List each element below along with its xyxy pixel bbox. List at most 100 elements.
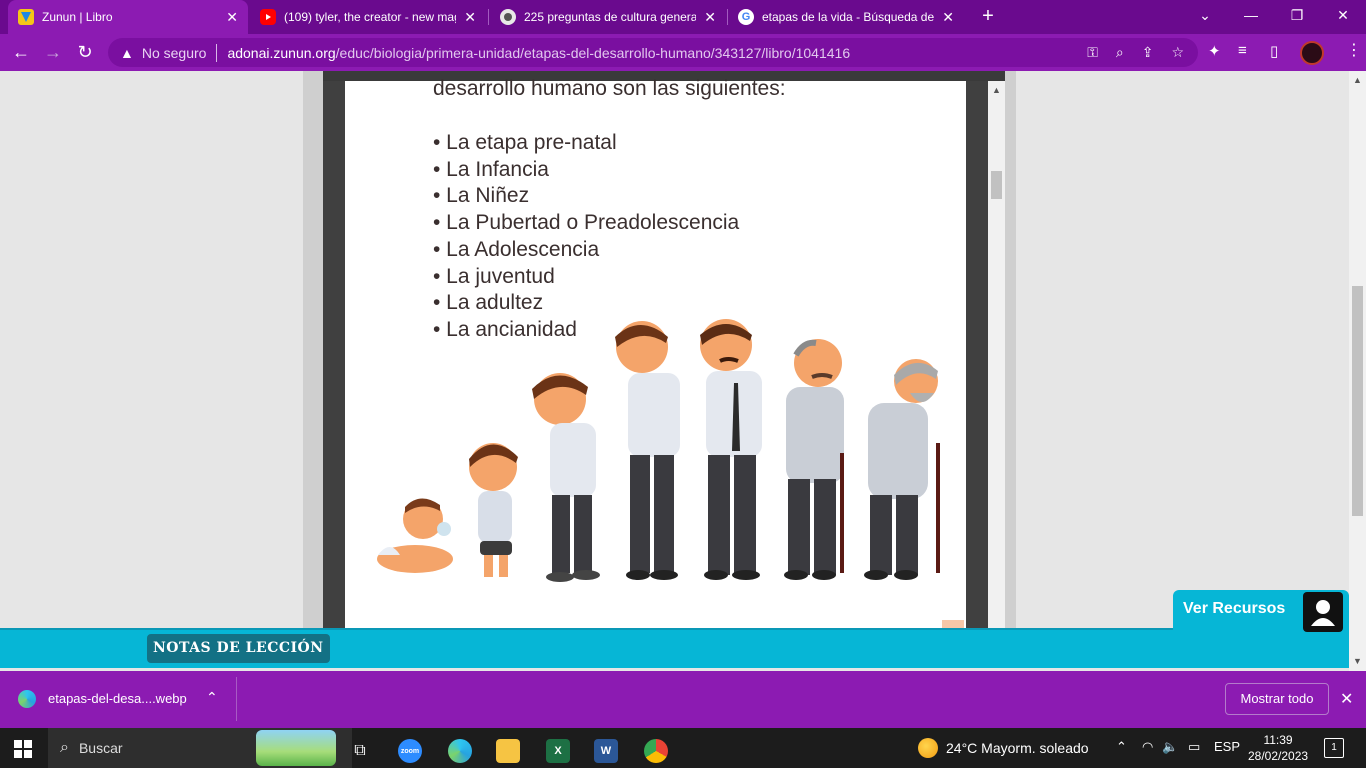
tab-preguntas[interactable]: 225 preguntas de cultura general ✕	[490, 0, 726, 34]
user-icon[interactable]	[1303, 592, 1343, 632]
side-panel-icon[interactable]: ▯	[1270, 42, 1278, 60]
life-stages-illustration	[377, 319, 940, 582]
security-label[interactable]: No seguro	[142, 45, 207, 61]
clock-time: 11:39	[1263, 733, 1293, 747]
book-intro-text: desarrollo humano son las siguientes:	[433, 77, 786, 100]
tab-strip: Zunun | Libro ✕ (109) tyler, the creator…	[0, 0, 1366, 34]
list-item: • La Infancia	[433, 157, 549, 181]
share-icon[interactable]: ⇪	[1142, 44, 1154, 61]
search-highlight-image[interactable]	[256, 730, 336, 766]
show-all-button[interactable]: Mostrar todo	[1225, 683, 1329, 715]
zunun-logo-icon	[18, 9, 34, 25]
close-window-button[interactable]: ✕	[1320, 0, 1366, 34]
browser-toolbar: ← → ↻ ▲ No seguro adonai.zunun.org/educ/…	[0, 34, 1366, 71]
close-icon[interactable]: ✕	[1340, 689, 1353, 709]
lesson-notes-button[interactable]: NOTAS DE LECCIÓN	[147, 634, 330, 663]
windows-taskbar: ⌕ Buscar ⧉ zoom X W 24°C Mayorm. soleado…	[0, 728, 1366, 768]
back-button[interactable]: ←	[8, 40, 34, 66]
file-explorer-icon[interactable]	[488, 734, 528, 768]
omnibox-actions: ⚿ ⌕ ⇪ ☆	[1087, 44, 1184, 61]
wifi-icon[interactable]: ◠	[1142, 739, 1153, 755]
close-icon[interactable]: ✕	[942, 9, 954, 26]
extensions-icon[interactable]: ✦	[1208, 42, 1221, 60]
list-item: • La Adolescencia	[433, 237, 600, 261]
tab-google-search[interactable]: G etapas de la vida - Búsqueda de G ✕	[728, 0, 964, 34]
address-bar[interactable]: ▲ No seguro adonai.zunun.org/educ/biolog…	[108, 38, 1198, 67]
clock[interactable]: 11:39 28/02/2023	[1248, 732, 1308, 764]
notifications-badge[interactable]: 1	[1324, 738, 1344, 758]
url-host: adonai.zunun.org	[227, 44, 336, 61]
profile-avatar[interactable]	[1300, 41, 1324, 65]
site-icon	[500, 9, 516, 25]
tab-zunun-libro[interactable]: Zunun | Libro ✕	[8, 0, 248, 34]
tab-search-chevron-icon[interactable]: ⌄	[1182, 0, 1228, 34]
resources-label: Ver Recursos	[1183, 600, 1286, 617]
bookmark-star-icon[interactable]: ☆	[1171, 44, 1184, 61]
new-tab-button[interactable]: +	[976, 5, 1000, 29]
child-figure	[532, 373, 600, 582]
weather-widget[interactable]: 24°C Mayorm. soleado	[918, 738, 1089, 758]
chrome-app-icon[interactable]	[636, 734, 676, 768]
preteen-figure	[615, 321, 680, 580]
scroll-up-icon[interactable]: ▲	[992, 85, 1001, 95]
edge-file-icon	[18, 690, 36, 708]
tab-title: etapas de la vida - Búsqueda de G	[762, 10, 935, 24]
list-item: • La Niñez	[433, 184, 530, 208]
list-item: • La juventud	[433, 264, 555, 288]
tab-separator	[488, 9, 489, 25]
forward-button[interactable]: →	[40, 40, 66, 66]
baby-figure	[377, 498, 453, 573]
google-icon: G	[738, 9, 754, 25]
page-scrollbar[interactable]: ▲ ▼	[1349, 71, 1366, 671]
excel-app-icon[interactable]: X	[538, 734, 578, 768]
key-icon[interactable]: ⚿	[1087, 44, 1098, 61]
tab-title: 225 preguntas de cultura general	[524, 10, 697, 24]
search-placeholder: Buscar	[78, 740, 123, 756]
task-view-icon[interactable]: ⧉	[340, 734, 380, 768]
download-filename[interactable]: etapas-del-desa....webp	[48, 691, 187, 706]
resources-panel[interactable]: Ver Recursos	[1173, 590, 1349, 632]
toddler-figure	[469, 443, 518, 577]
list-item: • La adultez	[433, 291, 544, 315]
search-icon: ⌕	[60, 739, 69, 756]
edge-app-icon[interactable]	[440, 734, 480, 768]
page-scroll-thumb[interactable]	[1352, 286, 1363, 516]
scroll-down-icon[interactable]: ▼	[1353, 656, 1362, 666]
viewer-scroll-thumb[interactable]	[991, 171, 1002, 199]
elderly-figure	[864, 359, 940, 580]
weather-text: 24°C Mayorm. soleado	[946, 740, 1089, 756]
battery-icon[interactable]: ▭	[1188, 739, 1200, 755]
menu-kebab-icon[interactable]: ⋮	[1346, 40, 1362, 60]
volume-icon[interactable]: 🔈	[1162, 739, 1178, 755]
close-icon[interactable]: ✕	[226, 9, 238, 26]
scroll-up-icon[interactable]: ▲	[1353, 75, 1362, 85]
tab-title: Zunun | Libro	[42, 10, 113, 24]
list-item: • La Pubertad o Preadolescencia	[433, 211, 740, 235]
media-control-icon[interactable]: ≡	[1238, 42, 1247, 59]
lesson-notes-bar: NOTAS DE LECCIÓN	[0, 628, 1349, 668]
youtube-icon	[260, 9, 276, 25]
senior-figure	[784, 339, 844, 580]
tab-youtube[interactable]: (109) tyler, the creator - new mag ✕	[250, 0, 486, 34]
divider	[216, 43, 218, 62]
minimize-button[interactable]: —	[1228, 0, 1274, 34]
tab-title: (109) tyler, the creator - new mag	[284, 10, 457, 24]
chevron-up-icon[interactable]: ⌃	[206, 689, 218, 706]
page-corner-accent	[942, 620, 964, 628]
windows-start-icon[interactable]	[14, 740, 32, 758]
close-icon[interactable]: ✕	[464, 9, 476, 26]
divider	[236, 677, 237, 721]
clock-date: 28/02/2023	[1248, 749, 1309, 763]
zoom-icon[interactable]: ⌕	[1116, 44, 1124, 61]
download-bar: etapas-del-desa....webp ⌃ Mostrar todo ✕	[0, 671, 1366, 728]
zoom-app-icon[interactable]: zoom	[390, 734, 430, 768]
show-hidden-icons-chevron-icon[interactable]: ⌃	[1116, 739, 1127, 755]
close-icon[interactable]: ✕	[704, 9, 716, 26]
restore-button[interactable]: ❐	[1274, 0, 1320, 34]
reload-button[interactable]: ↻	[72, 40, 98, 66]
url-path: /educ/biologia/primera-unidad/etapas-del…	[335, 44, 851, 61]
word-app-icon[interactable]: W	[586, 734, 626, 768]
language-indicator[interactable]: ESP	[1214, 739, 1240, 754]
weather-sun-icon	[918, 738, 938, 758]
viewer-scrollbar[interactable]: ▲	[988, 81, 1005, 631]
